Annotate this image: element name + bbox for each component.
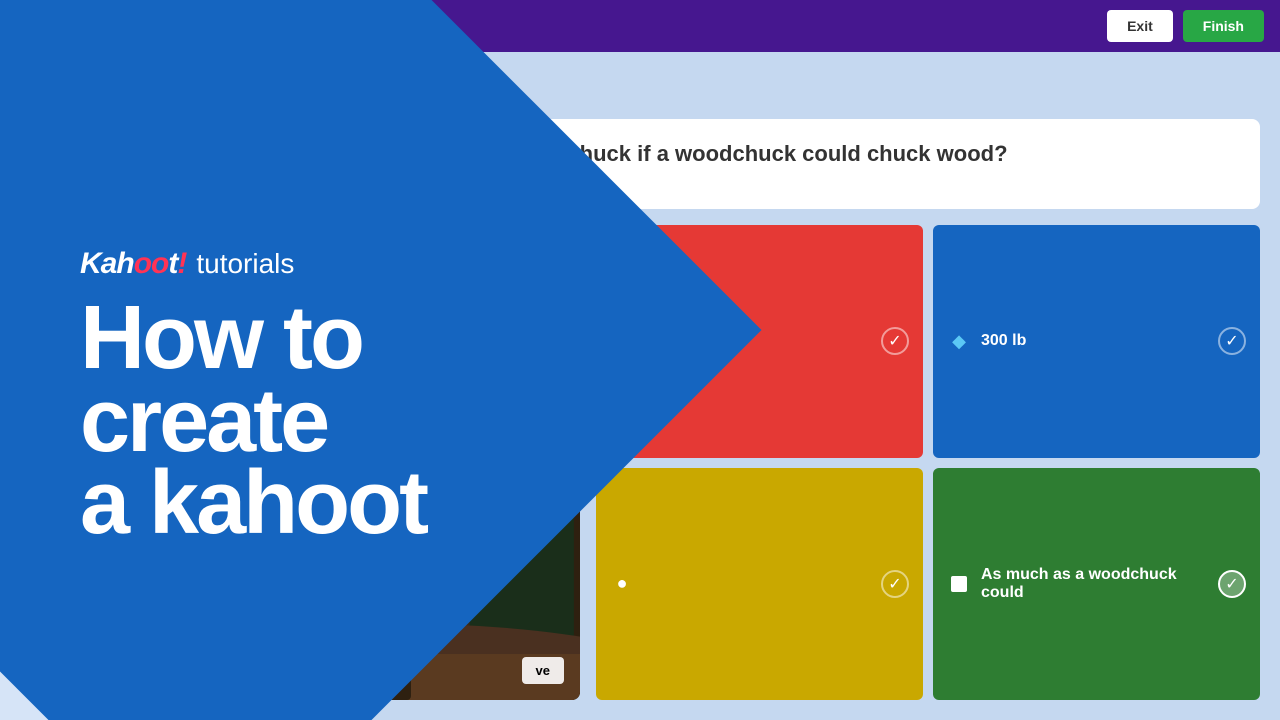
triangle-icon: ▲ [610, 329, 634, 353]
answer-text-4: As much as a woodchuck could [981, 566, 1208, 602]
answer-check-4[interactable]: ✓ [1218, 570, 1246, 598]
answer-check-1[interactable]: ✓ [881, 327, 909, 355]
exit-button[interactable]: Exit [1107, 10, 1173, 42]
header: Kahoot! ⚙ ✓ Saved Exit Finish [0, 0, 1280, 52]
forest-image [200, 225, 580, 700]
answer-option-2[interactable]: ◆ 300 lb ✓ [933, 225, 1260, 458]
header-actions: Exit Finish [1107, 10, 1264, 42]
image-area: ve [200, 225, 580, 700]
settings-button[interactable]: ⚙ [336, 8, 372, 44]
circle-icon: ● [610, 572, 634, 596]
answer-text-2: 300 lb [981, 332, 1208, 350]
card-bottom: 30 [131, 80, 158, 93]
title-input[interactable] [104, 8, 324, 44]
card-status-dot [150, 83, 158, 91]
content-area: Question much wood would a woodchuck chu… [180, 52, 1280, 720]
question-card-image [100, 86, 125, 114]
add-question-button[interactable]: Add question [12, 136, 168, 171]
logo: Kahoot! [16, 13, 92, 39]
question-number: 1 [18, 70, 24, 82]
question-card-1[interactable]: 1 How much wood woul... 30 [12, 64, 168, 124]
answer-check-3[interactable]: ✓ [881, 570, 909, 598]
saved-indicator: ✓ Saved [384, 16, 443, 36]
image-overlay-button[interactable]: ve [522, 657, 564, 684]
question-card-text: How much wood woul... [22, 88, 94, 112]
answer-option-3[interactable]: ● ✓ [596, 468, 923, 701]
square-icon [947, 572, 971, 596]
answer-option-4[interactable]: As much as a woodchuck could ✓ [933, 468, 1260, 701]
question-card-content: How much wood woul... [22, 86, 125, 114]
tab-bar: Question [200, 72, 1260, 103]
tab-question[interactable]: Question [200, 72, 296, 103]
card-time: 30 [131, 80, 150, 93]
answers-area: ▲ ✓ ◆ 300 lb ✓ ● ✓ [596, 225, 1260, 700]
saved-label: Saved [404, 18, 444, 34]
saved-checkmark: ✓ [384, 16, 397, 36]
answer-option-1[interactable]: ▲ ✓ [596, 225, 923, 458]
question-text[interactable]: much wood would a woodchuck chuck if a w… [200, 119, 1260, 209]
diamond-icon: ◆ [947, 329, 971, 353]
answer-check-2[interactable]: ✓ [1218, 327, 1246, 355]
main-layout: 1 How much wood woul... 30 Add question [0, 52, 1280, 720]
finish-button[interactable]: Finish [1183, 10, 1264, 42]
bottom-section: ve ▲ ✓ ◆ 300 lb ✓ ● [200, 225, 1260, 700]
sidebar: 1 How much wood woul... 30 Add question [0, 52, 180, 720]
